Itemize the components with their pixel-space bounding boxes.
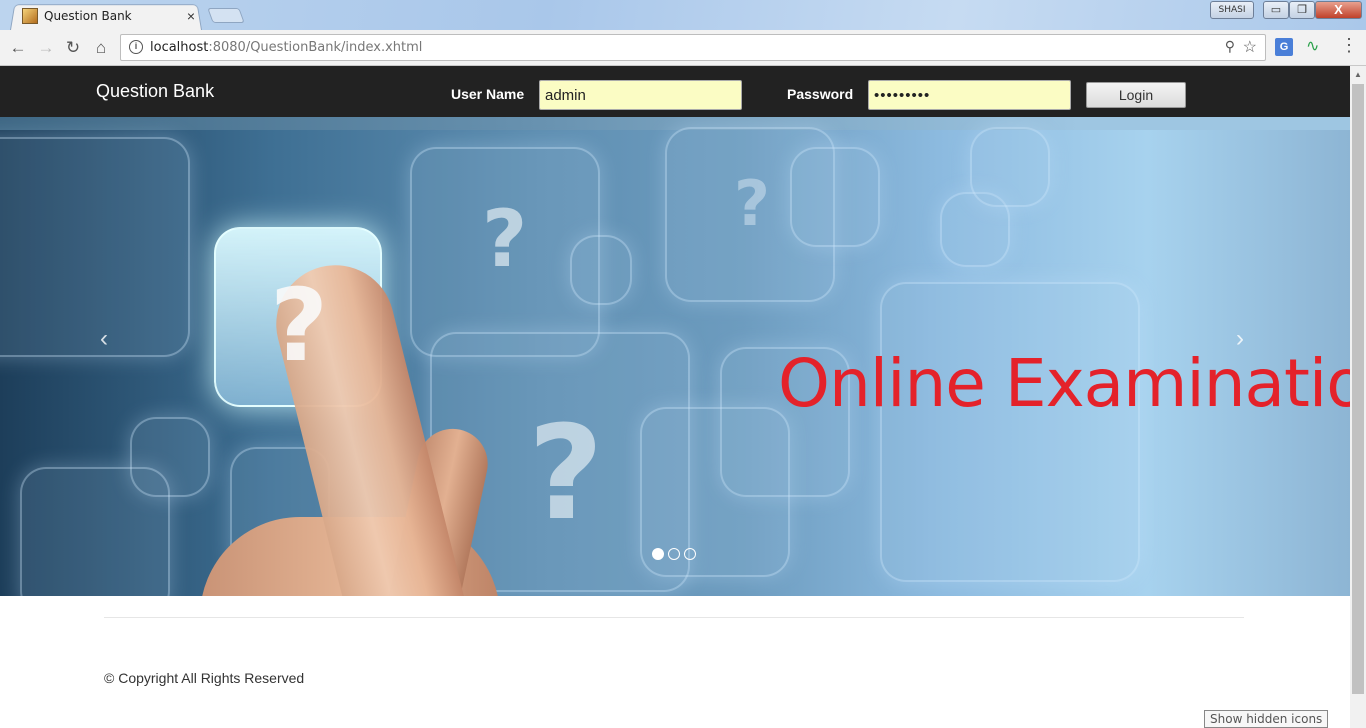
carousel-top-band bbox=[0, 117, 1350, 130]
bg-square bbox=[570, 235, 632, 305]
carousel-indicators bbox=[652, 548, 696, 560]
password-label: Password bbox=[787, 86, 854, 102]
browser-tab-content[interactable]: Question Bank × bbox=[22, 5, 198, 27]
username-label: User Name bbox=[451, 86, 525, 102]
home-icon[interactable]: ⌂ bbox=[91, 38, 111, 58]
browser-toolbar: ← → ↻ ⌂ i localhost:8080/QuestionBank/in… bbox=[0, 30, 1366, 66]
back-icon[interactable]: ← bbox=[8, 38, 28, 58]
bg-square bbox=[20, 467, 170, 596]
navbar: Question Bank User Name Password Login bbox=[0, 66, 1350, 117]
browser-menu-icon[interactable]: ⋮ bbox=[1340, 35, 1358, 56]
favicon-icon bbox=[22, 8, 38, 24]
question-mark: ? bbox=[482, 195, 528, 285]
new-tab-button[interactable] bbox=[207, 8, 245, 23]
key-icon[interactable]: ⚲ bbox=[1225, 38, 1235, 55]
tab-close-icon[interactable]: × bbox=[184, 8, 198, 24]
bg-square bbox=[790, 147, 880, 247]
username-input[interactable] bbox=[539, 80, 742, 110]
copyright-text: © Copyright All Rights Reserved bbox=[104, 670, 305, 686]
carousel-dot-2[interactable] bbox=[668, 548, 680, 560]
url-text[interactable]: localhost:8080/QuestionBank/index.xhtml bbox=[150, 40, 422, 55]
carousel-next-arrow[interactable]: › bbox=[1236, 325, 1244, 353]
question-mark: ? bbox=[734, 167, 770, 240]
scroll-up-icon[interactable]: ▲ bbox=[1354, 70, 1362, 79]
carousel-headline: Online Examination bbox=[778, 345, 1350, 422]
tab-title: Question Bank bbox=[44, 9, 132, 23]
browser-titlebar: Question Bank × SHASI ▭ ❐ X bbox=[0, 0, 1366, 30]
url-path: :8080/QuestionBank/index.xhtml bbox=[208, 40, 423, 55]
page: Question Bank User Name Password Login ?… bbox=[0, 66, 1350, 728]
carousel-dot-3[interactable] bbox=[684, 548, 696, 560]
close-window-button[interactable]: X bbox=[1315, 1, 1362, 19]
brand-title[interactable]: Question Bank bbox=[96, 81, 214, 102]
url-host: localhost bbox=[150, 40, 209, 55]
hero-carousel: ? ? ? ? Online Examination ‹ › bbox=[0, 117, 1350, 596]
translate-extension-icon[interactable]: G bbox=[1275, 38, 1293, 56]
bg-square bbox=[0, 137, 190, 357]
forward-icon[interactable]: → bbox=[36, 38, 56, 58]
question-mark: ? bbox=[528, 397, 604, 549]
password-input[interactable] bbox=[868, 80, 1071, 110]
show-hidden-icons-tooltip: Show hidden icons bbox=[1204, 710, 1329, 728]
address-bar[interactable]: i localhost:8080/QuestionBank/index.xhtm… bbox=[120, 34, 1266, 61]
minimize-button[interactable]: ▭ bbox=[1263, 1, 1289, 19]
carousel-dot-1[interactable] bbox=[652, 548, 664, 560]
info-icon[interactable]: i bbox=[129, 40, 143, 54]
footer-divider bbox=[104, 617, 1244, 618]
extension-icon[interactable]: ∿ bbox=[1306, 36, 1319, 56]
reload-icon[interactable]: ↻ bbox=[63, 38, 83, 58]
profile-button[interactable]: SHASI bbox=[1210, 1, 1254, 19]
bookmark-star-icon[interactable]: ☆ bbox=[1243, 37, 1257, 57]
bg-square bbox=[970, 127, 1050, 207]
login-button[interactable]: Login bbox=[1086, 82, 1186, 108]
maximize-button[interactable]: ❐ bbox=[1289, 1, 1315, 19]
question-mark: ? bbox=[270, 267, 329, 384]
scrollbar-thumb[interactable] bbox=[1352, 84, 1364, 694]
vertical-scrollbar[interactable]: ▲ bbox=[1350, 66, 1366, 728]
carousel-prev-arrow[interactable]: ‹ bbox=[100, 325, 108, 353]
bg-square bbox=[880, 282, 1140, 582]
